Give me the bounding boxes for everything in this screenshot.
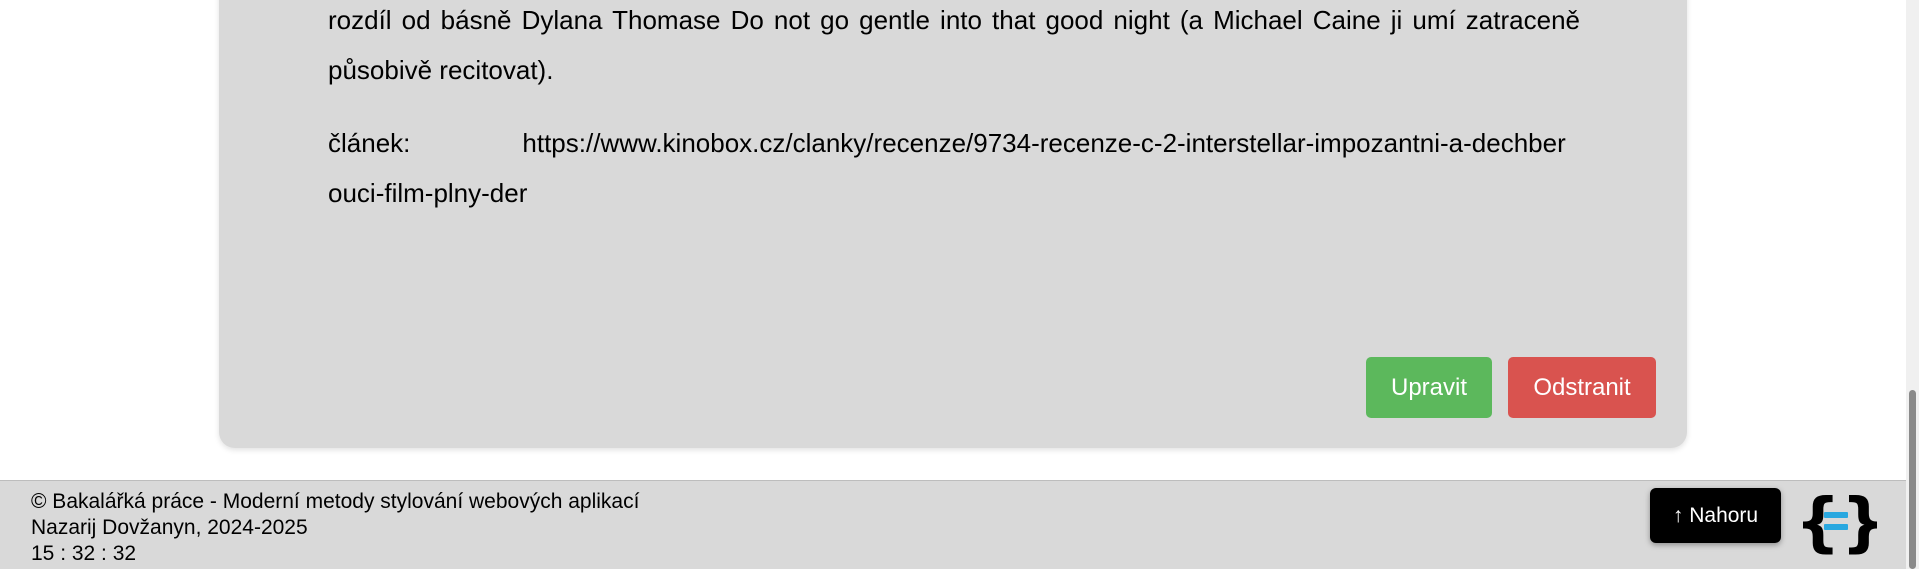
scrollbar-thumb[interactable] <box>1909 390 1916 569</box>
svg-text:{: { <box>1795 488 1841 556</box>
delete-button[interactable]: Odstranit <box>1508 357 1656 418</box>
footer-clock: 15 : 32 : 32 <box>31 542 137 565</box>
article-line: článek: https://www.kinobox.cz/clanky/rec… <box>328 118 1580 218</box>
footer: © Bakalářká práce - Moderní metody stylo… <box>0 480 1906 569</box>
back-to-top-button[interactable]: ↑ Nahoru <box>1650 488 1781 543</box>
footer-text: © Bakalářká práce - Moderní metody stylo… <box>31 489 639 567</box>
page: rozdíl od básně Dylana Thomase Do not go… <box>0 0 1919 569</box>
review-text: rozdíl od básně Dylana Thomase Do not go… <box>328 5 1580 85</box>
logo-icon: { } <box>1795 488 1877 556</box>
svg-text:}: } <box>1841 488 1877 556</box>
article-url[interactable]: https://www.kinobox.cz/clanky/recenze/97… <box>328 128 1566 208</box>
footer-author: Nazarij Dovžanyn, 2024-2025 <box>31 516 308 539</box>
article-label: článek: <box>328 128 411 158</box>
edit-button[interactable]: Upravit <box>1366 357 1492 418</box>
footer-copyright: © Bakalářká práce - Moderní metody stylo… <box>31 490 640 513</box>
